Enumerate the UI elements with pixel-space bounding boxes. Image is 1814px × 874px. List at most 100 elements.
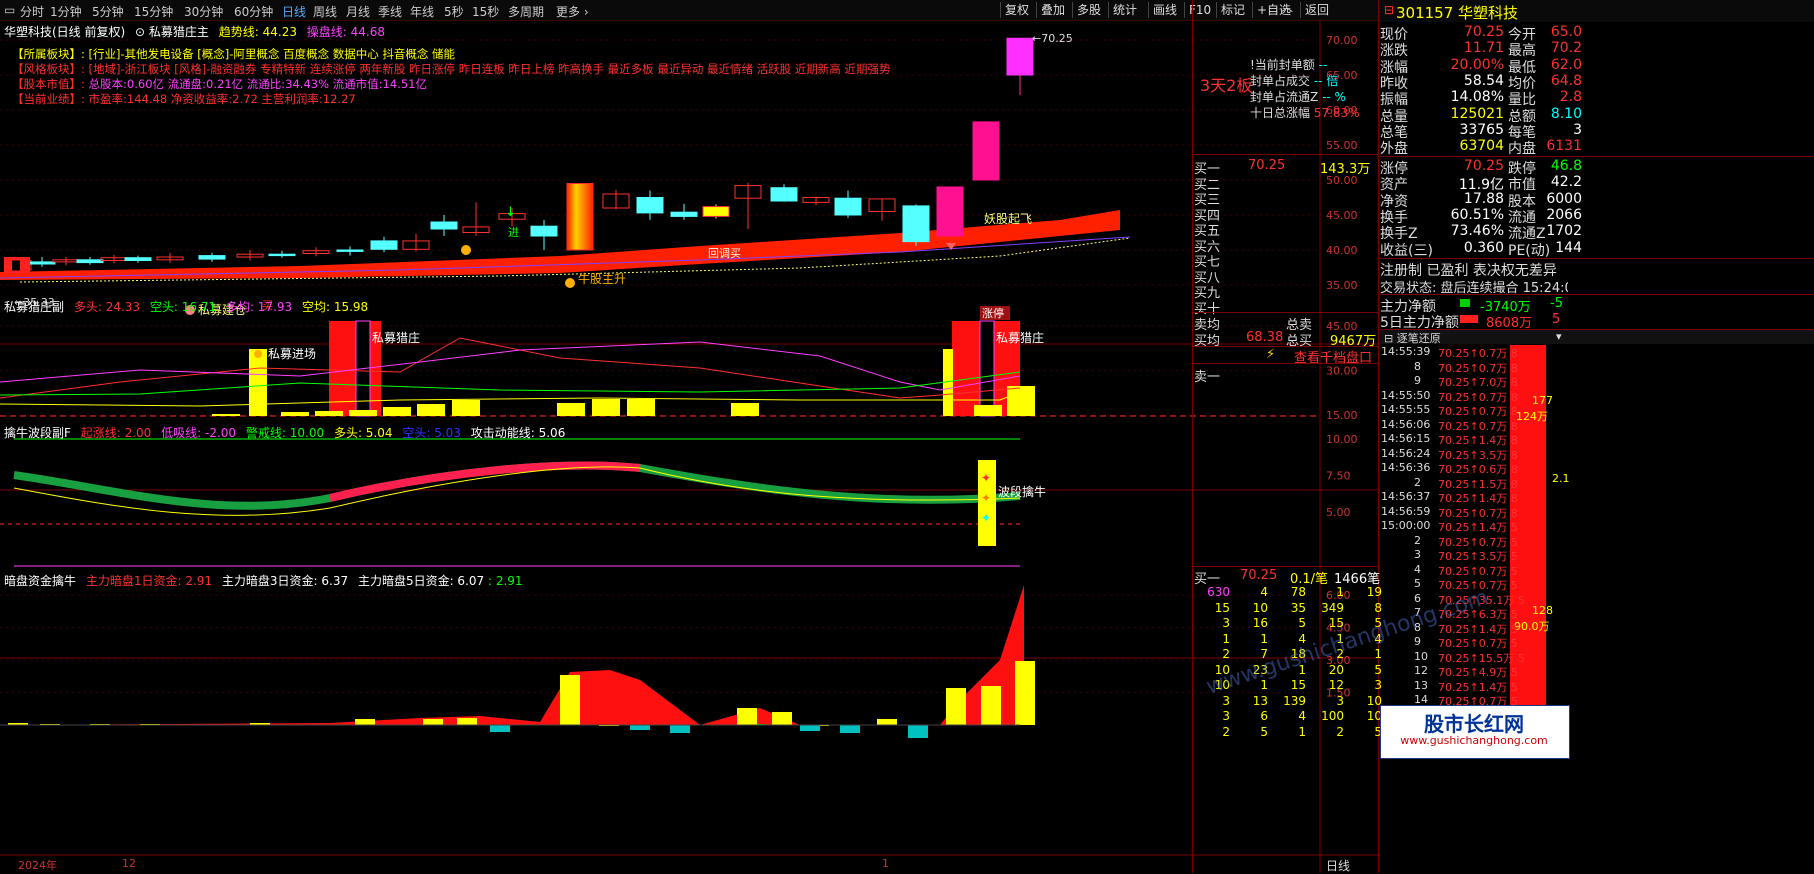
multi-stock-button[interactable]: 多股 (1072, 2, 1105, 18)
queue-cell: 5 (1260, 724, 1268, 739)
legend-short: 空头: 16.71 (149, 300, 217, 314)
draw-button[interactable]: 画线 (1148, 2, 1181, 18)
short-avg-line (0, 391, 1021, 407)
signal-icon (565, 278, 575, 288)
candle-body (336, 249, 364, 252)
tick-time: 14:56:06 (1381, 417, 1431, 431)
period-weekly[interactable]: 周线 (313, 3, 337, 20)
period-more[interactable]: 更多 › (556, 3, 589, 20)
queue-cell: 12 (1328, 678, 1344, 692)
queue-cell: 1 (1260, 631, 1268, 646)
queue-cell: 1 (1298, 724, 1306, 739)
candle-body (902, 205, 930, 243)
queue-cell: 15 (1290, 678, 1306, 692)
quote-value: 33765 (1459, 121, 1504, 138)
period-6[interactable]: 60分钟 (234, 3, 273, 20)
tick-dropdown-icon[interactable]: ▾ (1556, 330, 1562, 343)
candle-body (566, 183, 594, 251)
yellow-bar (281, 412, 309, 416)
queue-cell: 1 (1222, 631, 1230, 646)
kline-chart-area[interactable]: 70.0065.0060.0055.0050.0045.0040.0035.00… (0, 20, 1380, 873)
quote-value: 58.54 (1463, 72, 1504, 89)
period-1[interactable]: 分时 (20, 3, 44, 20)
tick-time: 8 (1414, 359, 1421, 373)
period-15s[interactable]: 15秒 (472, 3, 499, 20)
tick-time: 6 (1414, 591, 1421, 605)
stock-info-block: 【所属板块】: [行业]-其他发电设备 [概念]-阿里概念 百度概念 数据中心 … (12, 47, 1012, 107)
tick-time: 3 (1414, 548, 1421, 561)
queue-cell: 35 (1290, 600, 1306, 615)
yellow-bar (592, 399, 620, 416)
tick-time: 15:00:00 (1381, 519, 1431, 532)
quote-value: 73.46% (1450, 223, 1504, 240)
x-label-dec: 12 (122, 857, 136, 870)
sep (1192, 312, 1378, 313)
signal-fly: 妖股起飞 (984, 212, 1032, 226)
period-quarterly[interactable]: 季线 (378, 3, 402, 20)
legend-dark5: 主力暗盘5日资金: 6.07 (357, 574, 485, 588)
long-avg-line (0, 341, 1021, 391)
dark-fund-bar (457, 718, 477, 725)
label-private-hunt: 私募猎庄 (372, 330, 420, 345)
period-3[interactable]: 5分钟 (92, 3, 124, 20)
legend-dark3: 主力暗盘3日资金: 6.37 (221, 574, 349, 588)
limit-up-text: 涨停 (982, 306, 1004, 320)
quote-value: 63704 (1459, 138, 1504, 155)
stats-button[interactable]: 统计 (1108, 2, 1141, 18)
queue-cell: 19 (1366, 585, 1382, 599)
tick-time: 14:55:50 (1381, 388, 1431, 402)
yellow-bar (417, 404, 445, 416)
info-line-capital: 【股本市值】: 总股本:0.60亿 流通盘:0.21亿 流通比:34.43% 流… (12, 77, 427, 91)
period-5s[interactable]: 5秒 (444, 3, 464, 20)
legend-bear: 空头: 5.03 (402, 426, 461, 440)
indicator-menu-icon[interactable]: ⊙ (135, 25, 145, 39)
queue-cell: 630 (1207, 585, 1230, 599)
panel4-name[interactable]: 暗盘资金擒牛 (4, 574, 76, 588)
stock-title: 华塑科技(日线 前复权) (4, 25, 126, 39)
period-2[interactable]: 1分钟 (50, 3, 82, 20)
adjust-button[interactable]: 复权 (1000, 2, 1033, 18)
legend-long-avg: 多均: 17.93 (225, 300, 293, 314)
mark-button[interactable]: 标记 (1216, 2, 1249, 18)
quote-value: 3 (1573, 121, 1582, 138)
panel2-name[interactable]: 私募猎庄副 (4, 300, 64, 314)
indicator-name[interactable]: 私募猎庄主 (149, 25, 209, 39)
period-monthly[interactable]: 月线 (346, 3, 370, 20)
period-yearly[interactable]: 年线 (410, 3, 434, 20)
tick-detail-title[interactable]: ⊟ 逐笔还原 (1384, 330, 1441, 346)
candle-body (370, 240, 398, 250)
period-daily[interactable]: 日线 (282, 3, 306, 20)
signal-icon (254, 350, 262, 358)
tick-time: 9 (1414, 635, 1421, 648)
middle-left-border (1192, 0, 1193, 873)
quote-menu-icon[interactable]: ⊟ (1384, 3, 1394, 17)
label-private-entry: 私募进场 (268, 347, 316, 361)
tick-time: 10 (1414, 649, 1428, 663)
chart-menu-icon[interactable]: ▭ (4, 3, 15, 17)
period-4[interactable]: 15分钟 (134, 3, 173, 20)
yellow-bar (1007, 386, 1035, 416)
panel3-name[interactable]: 擒牛波段副F (4, 426, 71, 440)
f10-button[interactable]: F10 (1184, 2, 1215, 18)
site-logo-url: www.gushichanghong.com (1400, 734, 1548, 747)
period-5[interactable]: 30分钟 (184, 3, 223, 20)
yellow-bar (383, 407, 411, 416)
quote-value: 2.8 (1559, 89, 1582, 106)
candle-body (76, 259, 104, 264)
main-title-bar: 华塑科技(日线 前复权) ⊙ 私募猎庄主 趋势线: 44.23 操盘线: 44.… (4, 23, 385, 40)
collapse-icon[interactable]: ︿ (1272, 0, 1302, 14)
site-logo-title: 股市长红网 (1424, 712, 1524, 736)
legend-short-avg: 空均: 15.98 (301, 300, 369, 314)
yellow-bar (557, 403, 585, 416)
queue-cell: 4 (1298, 709, 1306, 723)
butterfly-icon: ✦ (981, 471, 991, 485)
sep (1380, 258, 1814, 259)
column-label-1b: 124万 (1516, 410, 1548, 423)
period-multi[interactable]: 多周期 (508, 3, 544, 20)
overlay-button[interactable]: 叠加 (1036, 2, 1069, 18)
dark-fund-bar (737, 708, 757, 725)
column-label-2b: 90.0万 (1514, 620, 1550, 633)
queue-cell: 3 (1222, 709, 1230, 723)
queue-cell: 6 (1260, 709, 1268, 723)
column-label-2: 128 (1532, 604, 1553, 617)
